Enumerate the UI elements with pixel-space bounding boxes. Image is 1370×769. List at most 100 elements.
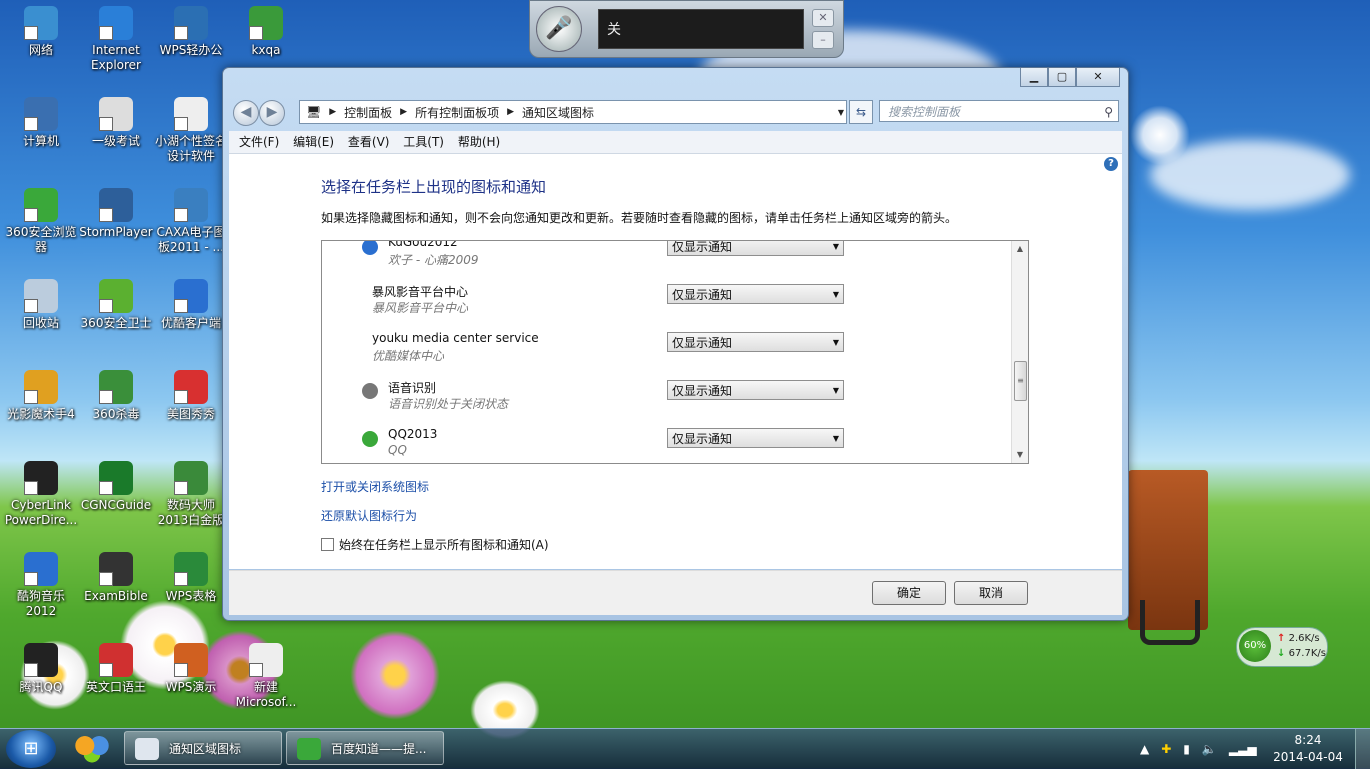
desktop-icon[interactable]: 小湖个性签名设计软件	[153, 95, 229, 164]
desktop-icon[interactable]: ExamBible	[78, 550, 154, 604]
list-scrollbar[interactable]: ▲ ≡ ▼	[1011, 241, 1028, 463]
desktop-icon[interactable]: 数码大师2013白金版	[153, 459, 229, 528]
tray-app-icon[interactable]: ✚	[1161, 742, 1171, 756]
list-item: 语音识别 语音识别处于关闭状态 仅显示通知 ▼	[322, 377, 1012, 425]
desktop-icon-label: 一级考试	[91, 134, 140, 148]
breadcrumb-notification-icons[interactable]: 通知区域图标	[522, 104, 594, 121]
desktop-icon-label: 小湖个性签名设计软件	[154, 134, 227, 163]
forward-button[interactable]: ▶	[259, 100, 285, 126]
desktop-icon[interactable]: 360安全浏览器	[3, 186, 79, 255]
memory-percent: 60%	[1239, 630, 1271, 662]
desktop-icon[interactable]: kxqa	[228, 4, 304, 58]
close-icon[interactable]: ✕	[812, 9, 834, 27]
desktop-icon[interactable]: 网络	[3, 4, 79, 58]
system-icons-link[interactable]: 打开或关闭系统图标	[321, 478, 429, 495]
scroll-up-arrow-icon[interactable]: ▲	[1012, 241, 1028, 257]
desktop-icon[interactable]: CyberLink PowerDire...	[3, 459, 79, 528]
desktop-icon[interactable]: 酷狗音乐2012	[3, 550, 79, 619]
desktop-icon[interactable]: 计算机	[3, 95, 79, 149]
minimize-button[interactable]: ▁	[1020, 68, 1048, 87]
app-shortcut-icon	[99, 6, 133, 40]
app-icon	[362, 241, 378, 255]
upload-speed: ↑ 2.6K/s	[1277, 633, 1320, 644]
checkbox-box[interactable]	[321, 538, 334, 551]
breadcrumb-separator: ▶	[329, 107, 337, 117]
show-desktop-button[interactable]	[1355, 729, 1370, 769]
search-icon[interactable]: ⚲	[1104, 101, 1113, 123]
menu-tools[interactable]: 工具(T)	[403, 131, 444, 153]
app-status: QQ	[388, 443, 407, 457]
ok-button[interactable]: 确定	[872, 581, 946, 605]
desktop-icon[interactable]: 360杀毒	[78, 368, 154, 422]
taskbar-button[interactable]: 百度知道——提...	[286, 731, 444, 765]
desktop-icon-label: 优酷客户端	[160, 316, 221, 330]
page-description: 如果选择隐藏图标和通知，则不会向您通知更改和更新。若要随时查看隐藏的图标，请单击…	[321, 211, 958, 225]
app-status: 欢子 - 心痛2009	[388, 253, 479, 267]
address-bar[interactable]: 🖥 ▶ 控制面板 ▶ 所有控制面板项 ▶ 通知区域图标 ▼	[299, 100, 847, 124]
desktop-icon[interactable]: 光影魔术手4	[3, 368, 79, 422]
task-app-icon	[297, 738, 321, 760]
behavior-dropdown[interactable]: 仅显示通知 ▼	[667, 241, 844, 256]
menu-edit[interactable]: 编辑(E)	[293, 131, 334, 153]
desktop-icon[interactable]: CAXA电子图板2011 - ...	[153, 186, 229, 255]
desktop-icon-label: 360杀毒	[92, 407, 140, 421]
desktop-icon[interactable]: 一级考试	[78, 95, 154, 149]
menu-help[interactable]: 帮助(H)	[458, 131, 500, 153]
clock[interactable]: 8:24 2014-04-04	[1268, 732, 1348, 766]
behavior-dropdown[interactable]: 仅显示通知 ▼	[667, 332, 844, 352]
desktop-icon[interactable]: Internet Explorer	[78, 4, 154, 73]
network-signal-icon[interactable]: ▂▃▅	[1229, 742, 1257, 756]
clock-time: 8:24	[1294, 733, 1322, 747]
help-icon[interactable]: ?	[1104, 157, 1118, 171]
cancel-button[interactable]: 取消	[954, 581, 1028, 605]
network-speed-widget[interactable]: 60% ↑ 2.6K/s ↓ 67.7K/s	[1236, 627, 1328, 667]
taskbar-button[interactable]: 通知区域图标	[124, 731, 282, 765]
desktop-icon[interactable]: WPS演示	[153, 641, 229, 695]
battery-icon[interactable]: ▮	[1183, 742, 1190, 756]
desktop-icon[interactable]: CGNCGuide	[78, 459, 154, 513]
computer-icon: 🖥	[306, 105, 322, 119]
up-arrow-icon: ↑	[1277, 633, 1286, 644]
pinned-app-icon[interactable]	[68, 732, 116, 766]
back-button[interactable]: ◀	[233, 100, 259, 126]
desktop-icon-label: WPS表格	[165, 589, 217, 603]
breadcrumb-all-items[interactable]: 所有控制面板项	[415, 104, 499, 121]
menu-file[interactable]: 文件(F)	[239, 131, 279, 153]
desktop-icon[interactable]: 美图秀秀	[153, 368, 229, 422]
app-icon	[362, 383, 378, 399]
behavior-dropdown[interactable]: 仅显示通知 ▼	[667, 380, 844, 400]
behavior-dropdown[interactable]: 仅显示通知 ▼	[667, 284, 844, 304]
speech-status-display: 关	[598, 9, 804, 49]
desktop-icon[interactable]: 英文口语王	[78, 641, 154, 695]
desktop-icon[interactable]: 优酷客户端	[153, 277, 229, 331]
desktop-icon[interactable]: 回收站	[3, 277, 79, 331]
volume-icon[interactable]: 🔈	[1202, 742, 1217, 756]
search-input[interactable]: 搜索控制面板 ⚲	[879, 100, 1119, 122]
scroll-thumb[interactable]: ≡	[1014, 361, 1027, 401]
maximize-button[interactable]: ▢	[1048, 68, 1076, 87]
taskbar-button-label: 百度知道——提...	[331, 742, 427, 756]
breadcrumb-control-panel[interactable]: 控制面板	[344, 104, 392, 121]
chevron-down-icon[interactable]: ▼	[838, 108, 844, 117]
show-hidden-icons-icon[interactable]: ▲	[1140, 742, 1149, 756]
behavior-dropdown[interactable]: 仅显示通知 ▼	[667, 428, 844, 448]
scroll-down-arrow-icon[interactable]: ▼	[1012, 447, 1028, 463]
start-button[interactable]: ⊞	[6, 730, 56, 768]
menu-view[interactable]: 查看(V)	[348, 131, 390, 153]
breadcrumb-separator: ▶	[507, 107, 515, 117]
app-shortcut-icon	[99, 279, 133, 313]
desktop-icon[interactable]: StormPlayer	[78, 186, 154, 240]
restore-default-link[interactable]: 还原默认图标行为	[321, 507, 417, 524]
desktop-icon[interactable]: WPS表格	[153, 550, 229, 604]
desktop-icon[interactable]: 新建 Microsof...	[228, 641, 304, 710]
always-show-checkbox[interactable]: 始终在任务栏上显示所有图标和通知(A)	[321, 536, 549, 553]
desktop-icon[interactable]: 腾讯QQ	[3, 641, 79, 695]
behavior-value: 仅显示通知	[672, 384, 733, 398]
microphone-icon[interactable]: 🎤	[536, 6, 582, 52]
refresh-icon[interactable]: ⇆	[849, 100, 873, 124]
desktop-icon[interactable]: WPS轻办公	[153, 4, 229, 58]
app-shortcut-icon	[99, 97, 133, 131]
desktop-icon[interactable]: 360安全卫士	[78, 277, 154, 331]
minimize-icon[interactable]: –	[812, 31, 834, 49]
close-button[interactable]: ✕	[1076, 68, 1120, 87]
